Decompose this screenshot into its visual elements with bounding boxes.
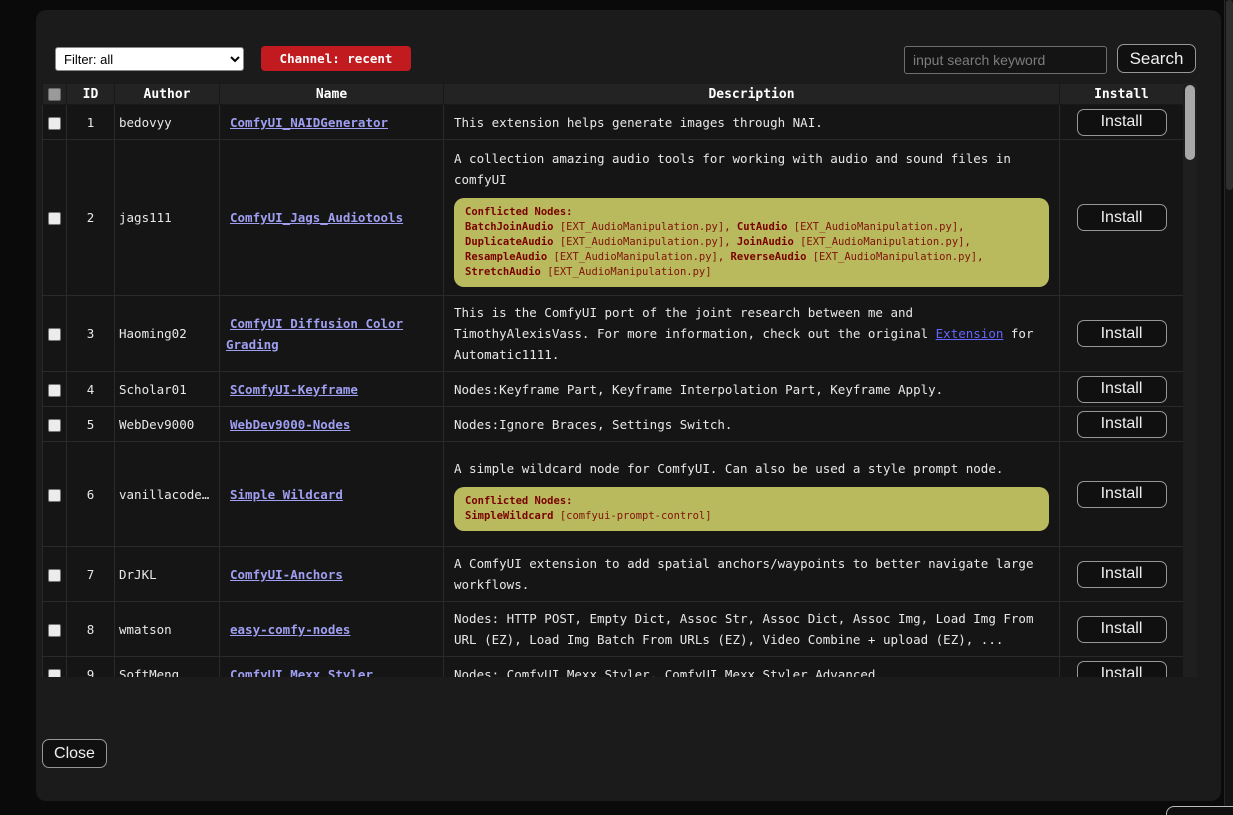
header-name: Name [220, 84, 444, 105]
node-author: Scholar01 [115, 372, 220, 407]
node-id: 4 [67, 372, 115, 407]
row-checkbox[interactable] [48, 419, 61, 432]
node-author: jags111 [115, 140, 220, 296]
node-id: 6 [67, 442, 115, 547]
search-button[interactable]: Search [1117, 44, 1196, 73]
node-description: This is the ComfyUI port of the joint re… [444, 296, 1060, 372]
custom-nodes-table: ID Author Name Description Install 1 bed… [42, 83, 1197, 677]
node-name-link[interactable]: easy-comfy-nodes [226, 622, 350, 637]
row-checkbox[interactable] [48, 328, 61, 341]
table-row: 2 jags111 ComfyUI_Jags_Audiotools A coll… [43, 140, 1184, 296]
install-button[interactable]: Install [1077, 376, 1167, 403]
conflict-title: Conflicted Nodes: [465, 494, 1038, 509]
header-description: Description [444, 84, 1060, 105]
install-custom-nodes-dialog: Filter: all Channel: recent Search ID Au… [36, 10, 1221, 801]
table-scrollbar-thumb[interactable] [1185, 85, 1195, 160]
node-description: Nodes:Keyframe Part, Keyframe Interpolat… [444, 372, 1060, 407]
install-button[interactable]: Install [1077, 661, 1167, 678]
node-name-link[interactable]: ComfyUI_Mexx_Styler [226, 667, 373, 678]
node-name-link[interactable]: ComfyUI_Jags_Audiotools [226, 210, 403, 225]
node-description: Nodes: HTTP POST, Empty Dict, Assoc Str,… [444, 602, 1060, 657]
node-name-link[interactable]: ComfyUI_NAIDGenerator [226, 115, 388, 130]
node-name-link[interactable]: ComfyUI Diffusion Color Grading [226, 316, 403, 352]
table-row: 6 vanillacode… Simple Wildcard A simple … [43, 442, 1184, 547]
extension-link[interactable]: Extension [936, 326, 1004, 341]
channel-button[interactable]: Channel: recent [261, 46, 411, 71]
conflict-title: Conflicted Nodes: [465, 205, 1038, 220]
table-row: 5 WebDev9000 WebDev9000-Nodes Nodes:Igno… [43, 407, 1184, 442]
row-checkbox[interactable] [48, 489, 61, 502]
header-id: ID [67, 84, 115, 105]
node-author: bedovyy [115, 105, 220, 140]
node-name-link[interactable]: SComfyUI-Keyframe [226, 382, 358, 397]
node-author: DrJKL [115, 547, 220, 602]
node-description: Nodes:Ignore Braces, Settings Switch. [444, 407, 1060, 442]
node-author: Haoming02 [115, 296, 220, 372]
table-row: 9 SoftMeng ComfyUI_Mexx_Styler Nodes: Co… [43, 657, 1184, 678]
conflict-list: BatchJoinAudio [EXT_AudioManipulation.py… [465, 220, 1038, 280]
conflicted-nodes-box: Conflicted Nodes: SimpleWildcard [comfyu… [454, 487, 1049, 531]
install-button[interactable]: Install [1077, 320, 1167, 347]
node-description: A simple wildcard node for ComfyUI. Can … [444, 442, 1060, 547]
table-header-row: ID Author Name Description Install [43, 84, 1184, 105]
node-id: 3 [67, 296, 115, 372]
node-name-link[interactable]: ComfyUI-Anchors [226, 567, 343, 582]
row-checkbox[interactable] [48, 669, 61, 678]
row-checkbox[interactable] [48, 384, 61, 397]
conflict-list: SimpleWildcard [comfyui-prompt-control] [465, 509, 1038, 524]
node-name-link[interactable]: Simple Wildcard [226, 487, 343, 502]
node-description: A collection amazing audio tools for wor… [444, 140, 1060, 296]
table-row: 8 wmatson easy-comfy-nodes Nodes: HTTP P… [43, 602, 1184, 657]
node-id: 2 [67, 140, 115, 296]
node-author: WebDev9000 [115, 407, 220, 442]
search-input[interactable] [904, 46, 1107, 74]
node-author: SoftMeng [115, 657, 220, 678]
select-all-checkbox[interactable] [48, 88, 61, 101]
table-row: 4 Scholar01 SComfyUI-Keyframe Nodes:Keyf… [43, 372, 1184, 407]
install-button[interactable]: Install [1077, 616, 1167, 643]
row-checkbox[interactable] [48, 117, 61, 130]
node-id: 1 [67, 105, 115, 140]
table-row: 7 DrJKL ComfyUI-Anchors A ComfyUI extens… [43, 547, 1184, 602]
filter-select[interactable]: Filter: all [55, 47, 244, 71]
close-button[interactable]: Close [42, 739, 107, 768]
node-author: vanillacode… [115, 442, 220, 547]
table-row: 1 bedovyy ComfyUI_NAIDGenerator This ext… [43, 105, 1184, 140]
node-author: wmatson [115, 602, 220, 657]
node-description: Nodes: ComfyUI Mexx Styler, ComfyUI Mexx… [444, 657, 1060, 678]
node-id: 8 [67, 602, 115, 657]
row-checkbox[interactable] [48, 212, 61, 225]
node-name-link[interactable]: WebDev9000-Nodes [226, 417, 350, 432]
node-description: This extension helps generate images thr… [444, 105, 1060, 140]
node-id: 9 [67, 657, 115, 678]
node-description: A ComfyUI extension to add spatial ancho… [444, 547, 1060, 602]
install-button[interactable]: Install [1077, 561, 1167, 588]
row-checkbox[interactable] [48, 569, 61, 582]
header-install: Install [1060, 84, 1184, 105]
table-row: 3 Haoming02 ComfyUI Diffusion Color Grad… [43, 296, 1184, 372]
page-scrollbar[interactable] [1224, 0, 1233, 815]
row-checkbox[interactable] [48, 624, 61, 637]
table-scrollbar[interactable] [1183, 83, 1197, 677]
header-checkbox-cell [43, 84, 67, 105]
node-id: 5 [67, 407, 115, 442]
partial-button[interactable] [1166, 806, 1233, 815]
install-button[interactable]: Install [1077, 411, 1167, 438]
install-button[interactable]: Install [1077, 481, 1167, 508]
page-scrollbar-thumb[interactable] [1226, 0, 1233, 190]
install-button[interactable]: Install [1077, 109, 1167, 136]
conflicted-nodes-box: Conflicted Nodes: BatchJoinAudio [EXT_Au… [454, 198, 1049, 287]
install-button[interactable]: Install [1077, 204, 1167, 231]
node-id: 7 [67, 547, 115, 602]
header-author: Author [115, 84, 220, 105]
